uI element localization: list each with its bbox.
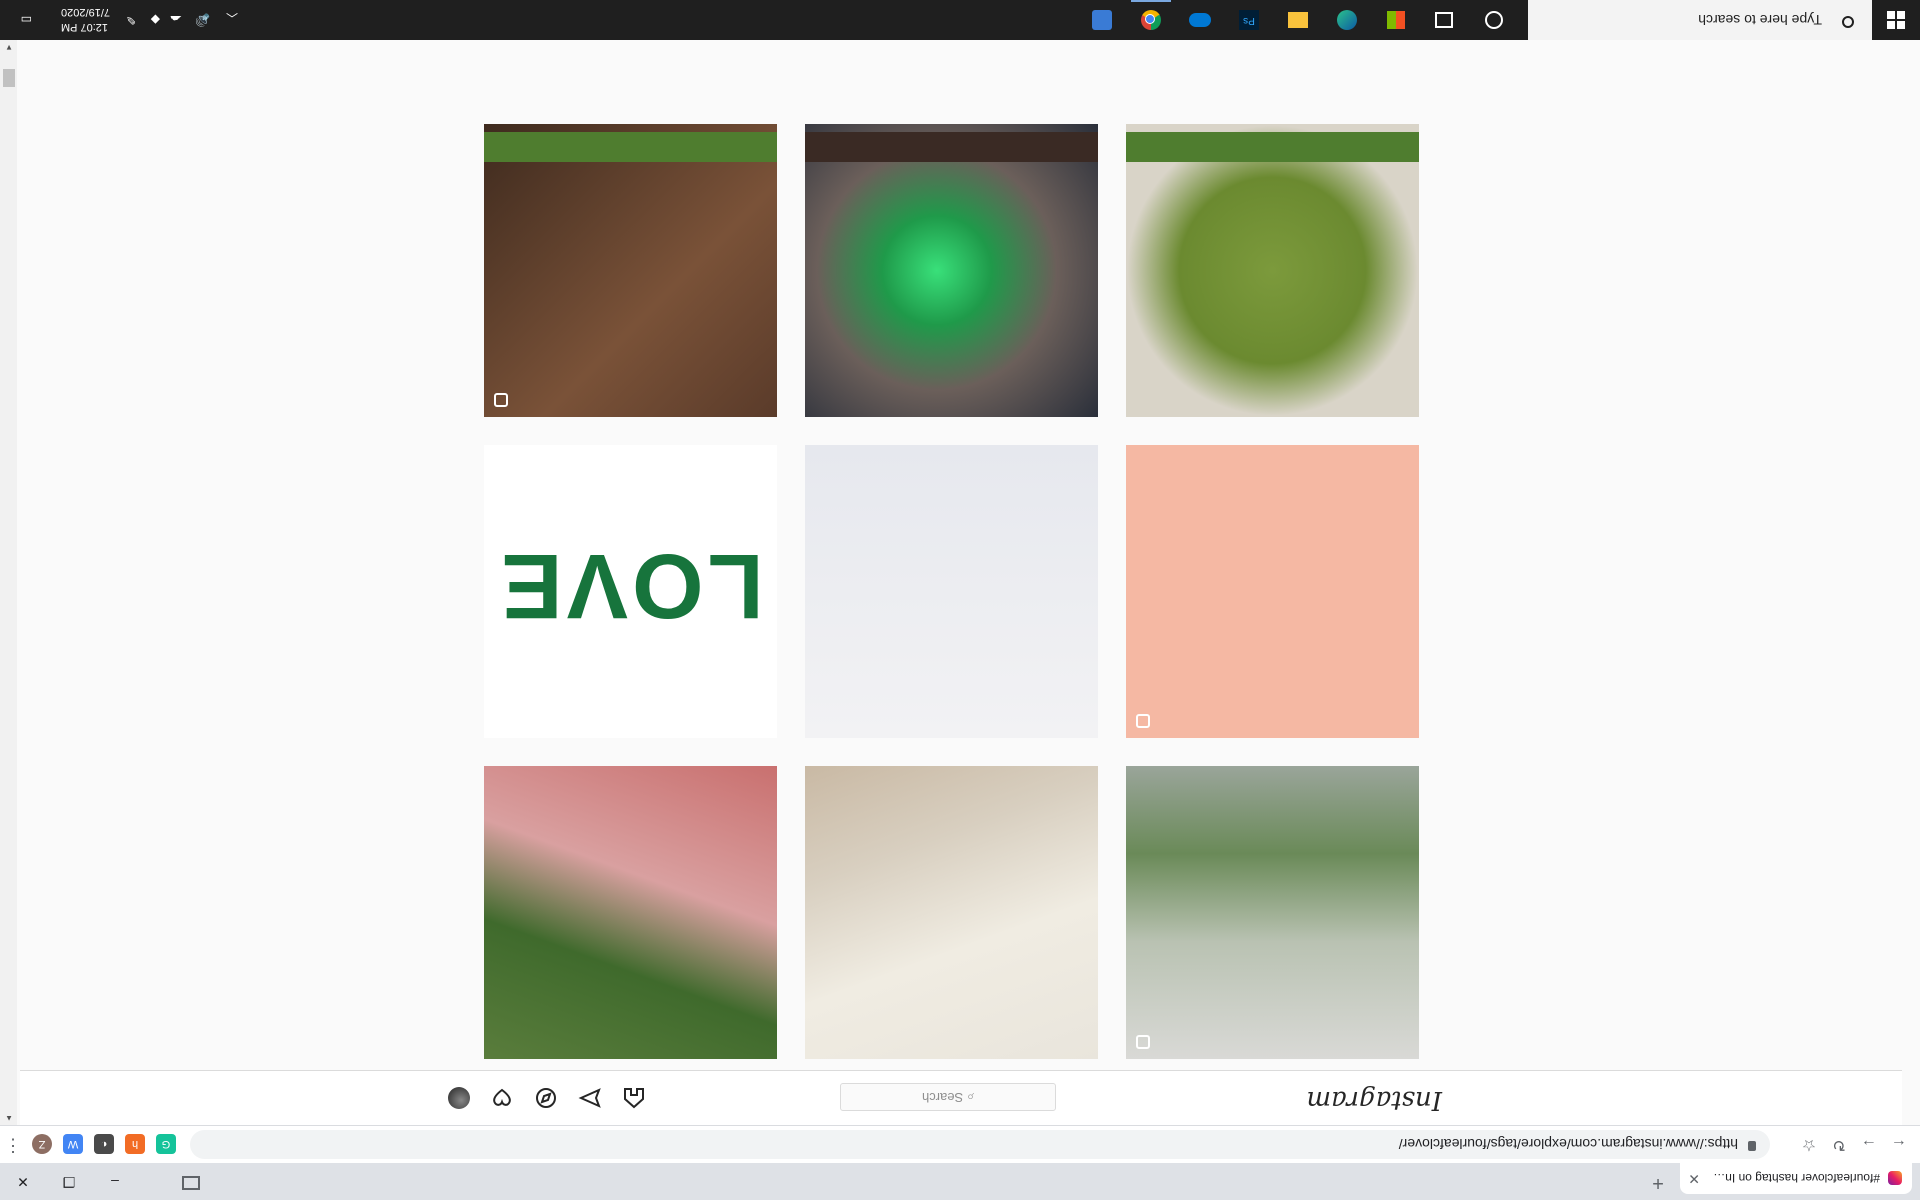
- scroll-down-arrow[interactable]: ▼: [3, 40, 15, 54]
- browser-tab-bar: #fourleafclover hashtag on Insta ✕ + – ❐…: [0, 1163, 1920, 1200]
- explore-icon[interactable]: [534, 1086, 558, 1110]
- dark-mode-icon[interactable]: ◐: [94, 1134, 114, 1154]
- photo-clover-tray-and-coasters[interactable]: [484, 124, 777, 417]
- search-icon: [1842, 16, 1854, 28]
- instagram-page: Instagram ⌕ Search LOVE: [20, 40, 1902, 1125]
- photo-partial-row[interactable]: [484, 132, 777, 162]
- file-explorer-icon[interactable]: [1286, 8, 1310, 32]
- photo-crochet-clover[interactable]: [1126, 124, 1419, 417]
- photo-hand-holding-clover-on-cloth[interactable]: [805, 766, 1098, 1059]
- url-text: https://www.instagram.com/explore/tags/f…: [1398, 1136, 1738, 1152]
- settings-icon[interactable]: [1090, 8, 1114, 32]
- multiple-images-icon: [1136, 1035, 1150, 1049]
- chrome-icon[interactable]: [1139, 8, 1163, 32]
- home-icon[interactable]: [622, 1086, 646, 1110]
- search-input[interactable]: ⌕ Search: [840, 1083, 1056, 1111]
- dropbox-icon[interactable]: ◆: [151, 13, 160, 27]
- grammarly-icon[interactable]: G: [156, 1134, 176, 1154]
- activity-icon[interactable]: [490, 1086, 514, 1110]
- maximize-button[interactable]: ❐: [46, 1163, 92, 1200]
- scrollbar-thumb[interactable]: [3, 69, 15, 87]
- browser-toolbar: ← → ↻ ☆ https://www.instagram.com/explor…: [0, 1125, 1920, 1163]
- notification-icon[interactable]: ▭: [21, 13, 32, 27]
- forward-button[interactable]: →: [1858, 1133, 1880, 1155]
- multiple-images-icon: [1136, 714, 1150, 728]
- onedrive-icon[interactable]: [1188, 8, 1212, 32]
- scroll-up-arrow[interactable]: ▲: [3, 1111, 15, 1125]
- direct-icon[interactable]: [578, 1086, 602, 1110]
- instagram-logo[interactable]: Instagram: [1306, 1085, 1442, 1115]
- new-tab-button[interactable]: +: [1646, 1171, 1670, 1194]
- start-button[interactable]: [1872, 0, 1920, 40]
- photo-clover-in-glass-vase[interactable]: [1126, 766, 1419, 1059]
- photoshop-icon[interactable]: Ps: [1237, 8, 1261, 32]
- reload-button[interactable]: ↻: [1828, 1133, 1850, 1155]
- windows-taskbar: Type here to search Ps ︿ 🔊 ☁ ◆ ✎ 12:07 P…: [0, 0, 1920, 40]
- taskbar-search-placeholder: Type here to search: [1698, 12, 1822, 28]
- clock-time[interactable]: 12:07 PM: [61, 21, 108, 33]
- clock-date[interactable]: 7/19/2020: [61, 6, 110, 18]
- photo-partial-row[interactable]: [1126, 132, 1419, 162]
- close-window-button[interactable]: ✕: [0, 1163, 46, 1200]
- instagram-header: Instagram ⌕ Search: [20, 1070, 1902, 1125]
- window-layout-icon[interactable]: [182, 1176, 200, 1190]
- photo-painted-clover-outline[interactable]: [805, 124, 1098, 417]
- search-placeholder: Search: [921, 1090, 964, 1105]
- photo-partial-row[interactable]: [805, 132, 1098, 162]
- pen-icon[interactable]: ✎: [126, 13, 136, 27]
- profile-avatar[interactable]: Z: [32, 1134, 52, 1154]
- photo-beaded-bracelets[interactable]: [805, 445, 1098, 738]
- lock-icon: [1748, 1141, 1756, 1151]
- scrollbar[interactable]: [0, 40, 17, 1125]
- love-text: LOVE: [497, 535, 764, 637]
- minimize-button[interactable]: –: [92, 1163, 138, 1200]
- chevron-up-icon[interactable]: ︿: [226, 10, 238, 27]
- task-view-icon[interactable]: [1433, 8, 1457, 32]
- tab-title: #fourleafclover hashtag on Insta: [1710, 1171, 1880, 1185]
- photo-clover-earrings-on-peach[interactable]: [1126, 445, 1419, 738]
- profile-avatar[interactable]: [448, 1087, 470, 1109]
- address-bar[interactable]: https://www.instagram.com/explore/tags/f…: [190, 1130, 1770, 1159]
- tab-close-icon[interactable]: ✕: [1688, 1170, 1700, 1187]
- bookmark-icon[interactable]: ☆: [1798, 1133, 1820, 1155]
- menu-icon[interactable]: ⋮: [4, 1135, 22, 1156]
- photo-fingers-holding-clover[interactable]: [484, 766, 777, 1059]
- store-icon[interactable]: [1384, 8, 1408, 32]
- honey-icon[interactable]: h: [125, 1134, 145, 1154]
- edge-icon[interactable]: [1335, 8, 1359, 32]
- search-icon: ⌕: [963, 1090, 975, 1105]
- onedrive-tray-icon[interactable]: ☁: [170, 13, 182, 27]
- photo-love-clover-graphic[interactable]: LOVE: [484, 445, 777, 738]
- wappalyzer-icon[interactable]: W: [63, 1134, 83, 1154]
- multiple-images-icon: [494, 393, 508, 407]
- rotated-screen: #fourleafclover hashtag on Insta ✕ + – ❐…: [0, 0, 1920, 1200]
- taskbar-search[interactable]: Type here to search: [1528, 0, 1872, 40]
- cortana-icon[interactable]: [1482, 8, 1506, 32]
- volume-icon[interactable]: 🔊: [195, 13, 210, 27]
- tab-instagram[interactable]: #fourleafclover hashtag on Insta ✕: [1680, 1163, 1912, 1194]
- instagram-favicon-icon: [1888, 1171, 1902, 1185]
- back-button[interactable]: ←: [1888, 1133, 1910, 1155]
